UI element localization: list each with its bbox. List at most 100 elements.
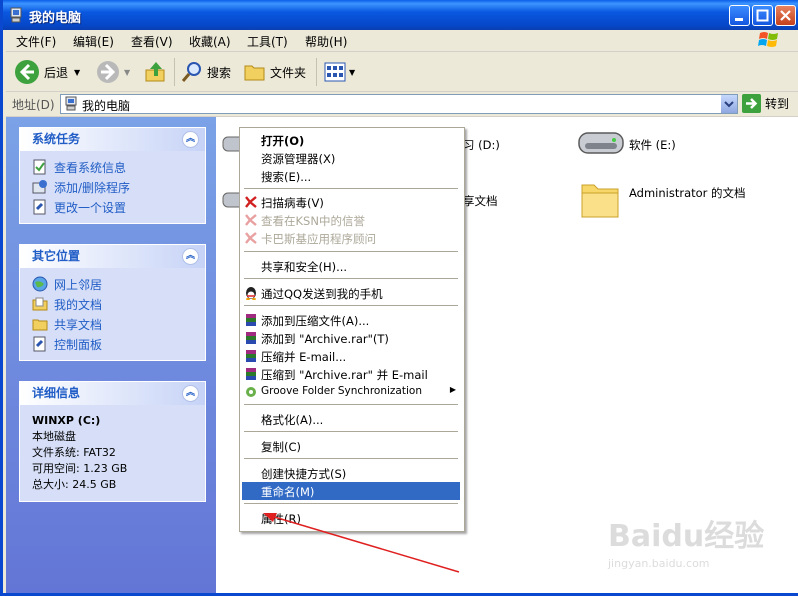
details-panel: 详细信息 ︽ WINXP (C:) 本地磁盘 文件系统: FAT32 可用空间:… <box>19 381 206 502</box>
go-button[interactable]: 转到 <box>742 94 789 113</box>
details-body: WINXP (C:) 本地磁盘 文件系统: FAT32 可用空间: 1.23 G… <box>20 405 205 501</box>
menu-item-scan-virus[interactable]: 扫描病毒(V) <box>242 193 460 211</box>
collapse-chevron-icon[interactable]: ︽ <box>182 248 199 265</box>
panel-header[interactable]: 详细信息 ︽ <box>20 382 205 405</box>
menu-item-label: 添加到 "Archive.rar"(T) <box>261 332 389 346</box>
task-add-remove-programs[interactable]: 添加/删除程序 <box>20 177 205 197</box>
minimize-icon <box>735 18 743 21</box>
winrar-icon <box>246 350 256 362</box>
menu-favorites[interactable]: 收藏(A) <box>189 33 231 50</box>
menu-item-add-archive[interactable]: 添加到压缩文件(A)... <box>242 311 460 329</box>
forward-arrow-icon <box>97 61 119 83</box>
details-filesystem: 文件系统: FAT32 <box>32 446 116 459</box>
address-input[interactable]: 我的电脑 <box>60 94 738 114</box>
system-tasks-panel: 系统任务 ︽ 查看系统信息 添加/删除程序 更改一个设置 <box>19 127 206 224</box>
my-computer-small-icon <box>65 96 77 111</box>
place-shared-documents[interactable]: 共享文档 <box>20 314 205 334</box>
chevron-down-icon <box>724 101 734 108</box>
menu-item-sharing-security[interactable]: 共享和安全(H)... <box>242 257 460 275</box>
up-button[interactable] <box>144 59 168 85</box>
views-button[interactable]: ▼ <box>323 59 355 85</box>
task-view-system-info[interactable]: 查看系统信息 <box>20 157 205 177</box>
menu-item-groove-sync[interactable]: Groove Folder Synchronization ▶ <box>242 383 460 401</box>
address-value: 我的电脑 <box>82 99 131 113</box>
collapse-chevron-icon[interactable]: ︽ <box>182 385 199 402</box>
menu-view[interactable]: 查看(V) <box>131 33 173 50</box>
winrar-icon <box>246 314 256 326</box>
back-dropdown-icon[interactable]: ▼ <box>74 68 80 77</box>
admin-documents-label[interactable]: Administrator 的文档 <box>629 187 749 200</box>
add-remove-icon <box>32 180 47 194</box>
menu-item-search[interactable]: 搜索(E)... <box>242 167 460 185</box>
task-pane: 系统任务 ︽ 查看系统信息 添加/删除程序 更改一个设置 其它位置 ︽ 网上邻居… <box>6 117 216 593</box>
menu-separator <box>244 251 458 252</box>
drive-d-label[interactable]: 习 (D:) <box>463 137 500 153</box>
shared-documents-label[interactable]: 享文档 <box>463 193 498 209</box>
menu-item-send-qq[interactable]: 通过QQ发送到我的手机 <box>242 284 460 302</box>
menu-item-label: 搜索(E)... <box>261 170 312 184</box>
search-button[interactable]: 搜索 <box>180 59 231 85</box>
menu-item-label: 压缩到 "Archive.rar" 并 E-mail <box>261 368 428 382</box>
annotation-arrow <box>263 513 460 573</box>
place-control-panel[interactable]: 控制面板 <box>20 334 205 354</box>
menu-separator <box>244 305 458 306</box>
menu-item-add-archive-rar[interactable]: 添加到 "Archive.rar"(T) <box>242 329 460 347</box>
menu-item-copy[interactable]: 复制(C) <box>242 437 460 455</box>
back-button[interactable]: 后退 ▼ <box>14 59 80 85</box>
menu-separator <box>244 431 458 432</box>
watermark-url: jingyan.baidu.com <box>608 557 710 570</box>
place-label: 网上邻居 <box>54 277 103 292</box>
drive-e-icon[interactable] <box>577 129 625 159</box>
minimize-button[interactable] <box>729 5 750 26</box>
menu-help[interactable]: 帮助(H) <box>305 33 347 50</box>
menu-item-explorer[interactable]: 资源管理器(X) <box>242 149 460 167</box>
task-change-setting[interactable]: 更改一个设置 <box>20 197 205 217</box>
task-label: 更改一个设置 <box>54 200 127 215</box>
menu-item-open[interactable]: 打开(O) <box>242 131 460 149</box>
menu-item-rename[interactable]: 重命名(M) <box>242 482 460 500</box>
menu-item-label: 复制(C) <box>261 440 302 454</box>
drive-e-label[interactable]: 软件 (E:) <box>629 137 676 153</box>
menu-item-ksn-reputation: 查看在KSN中的信誉 <box>242 211 460 229</box>
menu-item-label: 查看在KSN中的信誉 <box>261 214 365 228</box>
panel-header[interactable]: 其它位置 ︽ <box>20 245 205 268</box>
title-bar[interactable]: 我的电脑 <box>3 0 798 30</box>
menu-item-format[interactable]: 格式化(A)... <box>242 410 460 428</box>
menu-item-compress-email[interactable]: 压缩并 E-mail... <box>242 347 460 365</box>
watermark-brand: Baidu经验 <box>608 519 765 554</box>
panel-header[interactable]: 系统任务 ︽ <box>20 128 205 151</box>
up-folder-icon <box>145 62 165 82</box>
menu-item-label: 通过QQ发送到我的手机 <box>261 287 383 301</box>
menu-edit[interactable]: 编辑(E) <box>73 33 114 50</box>
context-menu: 打开(O) 资源管理器(X) 搜索(E)... 扫描病毒(V) 查看在KSN中的… <box>239 127 465 532</box>
menu-tools[interactable]: 工具(T) <box>247 33 288 50</box>
menu-item-label: 格式化(A)... <box>261 413 324 427</box>
maximize-button[interactable] <box>752 5 773 26</box>
close-button[interactable] <box>775 5 796 26</box>
admin-documents-folder-icon[interactable] <box>580 177 620 221</box>
menu-file[interactable]: 文件(F) <box>16 33 56 50</box>
folders-button[interactable]: 文件夹 <box>243 59 306 85</box>
my-computer-icon <box>10 7 22 23</box>
menu-bar: 文件(F) 编辑(E) 查看(V) 收藏(A) 工具(T) 帮助(H) <box>6 30 798 52</box>
menu-item-compress-rar-email[interactable]: 压缩到 "Archive.rar" 并 E-mail <box>242 365 460 383</box>
menu-item-label: 扫描病毒(V) <box>261 196 324 210</box>
explorer-window: 我的电脑 文件(F) 编辑(E) 查看(V) 收藏(A) 工具(T) 帮助(H)… <box>0 0 798 596</box>
control-panel-icon <box>33 336 46 352</box>
menu-item-create-shortcut[interactable]: 创建快捷方式(S) <box>242 464 460 482</box>
menu-separator <box>244 278 458 279</box>
collapse-chevron-icon[interactable]: ︽ <box>182 131 199 148</box>
forward-button[interactable]: ▼ <box>96 59 130 85</box>
place-label: 我的文档 <box>54 297 103 312</box>
panel-title: 详细信息 <box>32 386 81 400</box>
details-name: WINXP (C:) <box>32 414 101 427</box>
menu-item-label: 压缩并 E-mail... <box>261 350 347 364</box>
views-dropdown-icon: ▼ <box>349 67 356 77</box>
panel-body: 网上邻居 我的文档 共享文档 控制面板 <box>20 268 205 360</box>
address-dropdown-button[interactable] <box>721 95 737 113</box>
place-my-documents[interactable]: 我的文档 <box>20 294 205 314</box>
place-network[interactable]: 网上邻居 <box>20 274 205 294</box>
kaspersky-icon <box>245 232 257 244</box>
maximize-icon <box>756 9 769 22</box>
menu-item-label: 卡巴斯基应用程序顾问 <box>261 232 376 246</box>
